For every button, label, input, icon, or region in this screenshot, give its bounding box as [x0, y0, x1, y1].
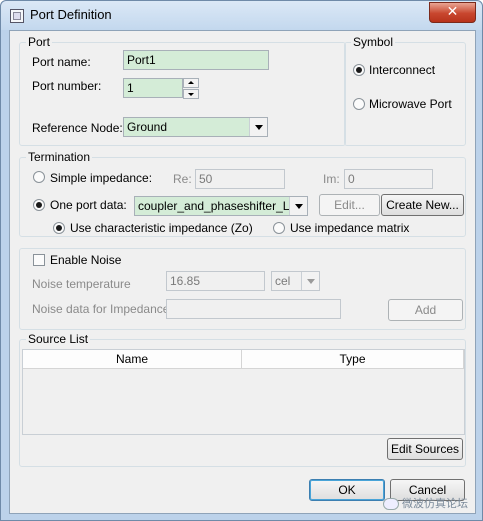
watermark-text: 微波仿真论坛 [402, 497, 468, 510]
use-characteristic-impedance-label: Use characteristic impedance (Zo) [70, 221, 253, 235]
chevron-down-icon [301, 272, 319, 290]
watermark: 微波仿真论坛 [383, 495, 468, 511]
port-number-spin-down[interactable] [183, 89, 199, 99]
interconnect-radio[interactable] [353, 64, 365, 76]
noise-temperature-input[interactable]: 16.85 [166, 271, 265, 291]
simple-impedance-radio[interactable] [33, 171, 45, 183]
reference-node-select[interactable]: Ground [123, 117, 268, 137]
port-name-input[interactable]: Port1 [123, 50, 269, 70]
noise-unit-value: cel [275, 274, 291, 288]
port-name-label: Port name: [32, 55, 91, 69]
enable-noise-label: Enable Noise [50, 253, 122, 267]
chat-bubble-icon [383, 498, 399, 510]
noise-unit-select[interactable]: cel [271, 271, 320, 291]
symbol-group-title: Symbol [351, 35, 396, 49]
re-label: Re: [173, 172, 192, 186]
edit-button[interactable]: Edit... [319, 194, 380, 216]
im-input[interactable]: 0 [344, 169, 433, 189]
port-definition-window: Port Definition ✕ Port Port name: Port1 … [0, 0, 483, 521]
column-header-name[interactable]: Name [23, 350, 242, 369]
termination-group-title: Termination [26, 150, 93, 164]
noise-temperature-label: Noise temperature [32, 277, 131, 291]
interconnect-label: Interconnect [369, 63, 436, 77]
port-number-input[interactable]: 1 [123, 78, 183, 98]
enable-noise-checkbox[interactable] [33, 254, 45, 266]
source-list-table[interactable]: Name Type [22, 349, 465, 435]
chevron-down-icon [289, 197, 307, 215]
chevron-down-icon [249, 118, 267, 136]
source-list-group-title: Source List [26, 332, 91, 346]
port-number-spin-up[interactable] [183, 78, 199, 88]
symbol-group: Symbol [344, 35, 466, 146]
reference-node-value: Ground [127, 120, 168, 134]
window-title: Port Definition [30, 7, 112, 22]
close-icon: ✕ [446, 4, 459, 20]
dialog-client-area: Port Port name: Port1 Port number: 1 Ref… [9, 30, 476, 514]
port-group-title: Port [26, 35, 53, 49]
use-impedance-matrix-label: Use impedance matrix [290, 221, 410, 235]
microwave-port-radio[interactable] [353, 98, 365, 110]
add-button[interactable]: Add [388, 299, 463, 321]
use-impedance-matrix-radio[interactable] [273, 222, 285, 234]
one-port-data-select[interactable]: coupler_and_phaseshifter_L2;22 [134, 196, 308, 216]
column-header-type[interactable]: Type [242, 350, 464, 369]
noise-data-impedance-input[interactable] [166, 299, 341, 319]
create-new-button[interactable]: Create New... [381, 194, 464, 216]
app-icon [10, 9, 24, 23]
one-port-data-value: coupler_and_phaseshifter_L2;22 [138, 199, 308, 213]
reference-node-label: Reference Node: [32, 121, 123, 135]
title-bar[interactable]: Port Definition ✕ [1, 1, 482, 30]
edit-sources-button[interactable]: Edit Sources [387, 438, 463, 460]
one-port-data-label: One port data: [50, 198, 127, 212]
use-characteristic-impedance-radio[interactable] [53, 222, 65, 234]
one-port-data-radio[interactable] [33, 199, 45, 211]
simple-impedance-label: Simple impedance: [50, 171, 153, 185]
close-button[interactable]: ✕ [429, 2, 476, 23]
port-number-label: Port number: [32, 79, 102, 93]
re-input[interactable]: 50 [195, 169, 285, 189]
noise-data-impedance-label: Noise data for Impedance [32, 302, 170, 316]
ok-button[interactable]: OK [309, 479, 385, 501]
microwave-port-label: Microwave Port [369, 97, 452, 111]
im-label: Im: [323, 172, 340, 186]
